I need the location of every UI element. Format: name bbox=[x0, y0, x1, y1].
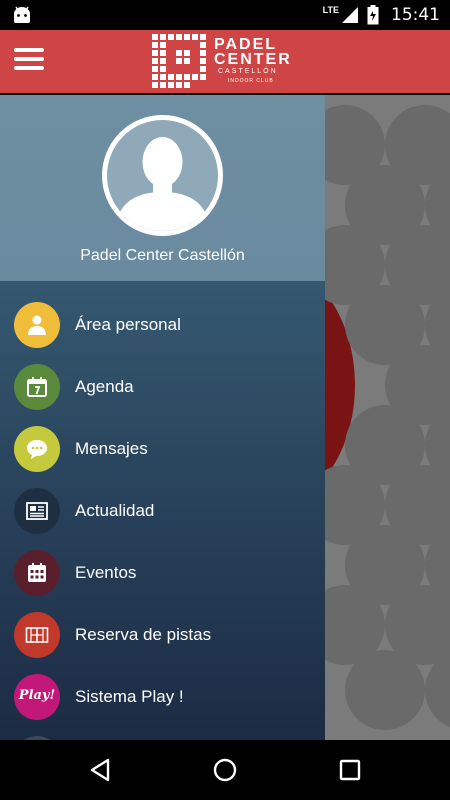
clock: 15:41 bbox=[391, 5, 440, 25]
newspaper-icon bbox=[26, 502, 48, 520]
drawer-header: Padel Center Castellón bbox=[0, 95, 325, 281]
drawer-item-label: Agenda bbox=[75, 377, 134, 396]
play-badge-icon: Play! bbox=[18, 688, 56, 703]
avatar[interactable] bbox=[102, 115, 223, 236]
drawer-item-icon-bg bbox=[14, 426, 60, 472]
recents-icon[interactable] bbox=[335, 755, 365, 785]
calendar-icon bbox=[27, 377, 47, 397]
drawer-item-label: Eventos bbox=[75, 563, 137, 582]
drawer-item-label: Área personal bbox=[75, 315, 181, 334]
battery-icon bbox=[367, 5, 379, 25]
drawer-item-area-personal[interactable]: Área personal bbox=[0, 294, 325, 356]
drawer-item-icon-bg bbox=[14, 612, 60, 658]
logo-text-center: CENTER bbox=[214, 51, 292, 68]
drawer-item-reserva-de-pistas[interactable]: Reserva de pistas bbox=[0, 604, 325, 666]
signal-icon bbox=[342, 7, 358, 23]
background-content bbox=[325, 95, 450, 740]
drawer-item-icon-bg: Play! bbox=[14, 674, 60, 720]
home-icon[interactable] bbox=[210, 755, 240, 785]
court-icon bbox=[25, 627, 49, 643]
drawer-item-mensajes[interactable]: Mensajes bbox=[0, 418, 325, 480]
logo-tile-grid bbox=[152, 34, 206, 88]
drawer-item-icon-bg bbox=[14, 302, 60, 348]
drawer-item-partial[interactable] bbox=[0, 728, 325, 740]
drawer-item-eventos[interactable]: Eventos bbox=[0, 542, 325, 604]
logo-text-indoor-club: INDOOR CLUB bbox=[228, 78, 274, 84]
network-type: LTE bbox=[322, 5, 339, 15]
drawer-item-icon-bg bbox=[14, 550, 60, 596]
system-navigation-bar bbox=[0, 740, 450, 800]
bg-golf-icon bbox=[345, 650, 425, 730]
person-icon bbox=[28, 315, 46, 335]
app-bar: PADEL CENTER CASTELLÓN INDOOR CLUB bbox=[0, 30, 450, 93]
navigation-drawer: Padel Center Castellón Área personal Age… bbox=[0, 95, 325, 740]
drawer-item-label: Reserva de pistas bbox=[75, 625, 212, 644]
back-icon[interactable] bbox=[86, 755, 116, 785]
default-user-silhouette-icon bbox=[115, 137, 210, 231]
drawer-item-sistema-play[interactable]: Play! Sistema Play ! bbox=[0, 666, 325, 728]
profile-name: Padel Center Castellón bbox=[80, 247, 245, 264]
logo-text-castellon: CASTELLÓN bbox=[218, 68, 278, 75]
hamburger-menu-icon[interactable] bbox=[14, 48, 46, 74]
drawer-item-icon-bg bbox=[14, 364, 60, 410]
drawer-item-agenda[interactable]: Agenda bbox=[0, 356, 325, 418]
drawer-item-label: Sistema Play ! bbox=[75, 687, 184, 706]
drawer-item-label: Mensajes bbox=[75, 439, 148, 458]
status-bar: LTE 15:41 bbox=[0, 0, 450, 30]
android-icon bbox=[14, 6, 30, 23]
chat-bubble-icon bbox=[27, 440, 47, 459]
drawer-item-label: Actualidad bbox=[75, 501, 155, 520]
drawer-item-icon-bg bbox=[14, 488, 60, 534]
drawer-item-actualidad[interactable]: Actualidad bbox=[0, 480, 325, 542]
app-logo: PADEL CENTER CASTELLÓN INDOOR CLUB bbox=[152, 32, 297, 92]
calendar-grid-icon bbox=[28, 563, 46, 582]
